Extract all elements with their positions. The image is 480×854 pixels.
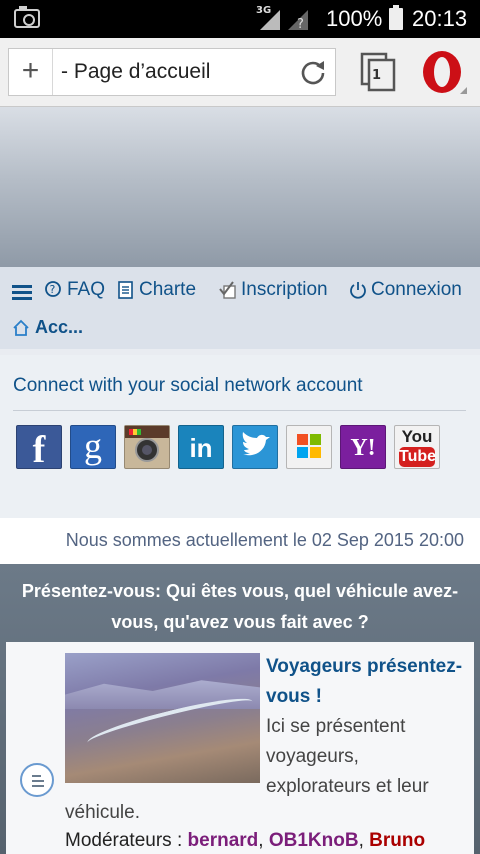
nav-connexion-link[interactable]: Connexion	[348, 279, 462, 301]
facebook-login-button[interactable]: f	[16, 425, 62, 471]
home-icon	[13, 319, 29, 336]
instagram-login-button[interactable]	[124, 425, 170, 469]
windows-logo-icon	[297, 434, 321, 458]
moderator-link[interactable]: bernard	[188, 830, 259, 851]
forum-row[interactable]: Voyageurs présentez-vous ! Ici se présen…	[6, 642, 474, 854]
browser-toolbar: + - Page d’accueil 1	[0, 38, 480, 107]
opera-menu-icon[interactable]	[420, 50, 468, 96]
nav-faq-label: FAQ	[67, 279, 106, 300]
page-title[interactable]: - Page d’accueil	[61, 60, 210, 84]
forum-description: Ici se présentent voyageurs, explorateur…	[266, 716, 429, 797]
forum-description-continued: véhicule.	[65, 802, 140, 823]
register-icon	[219, 281, 236, 299]
youtube-login-button[interactable]: You Tube	[394, 425, 440, 469]
forum-thumbnail-image	[65, 653, 260, 783]
battery-icon	[389, 5, 403, 30]
forum-category: Présentez-vous: Qui êtes vous, quel véhi…	[0, 564, 480, 854]
google-login-button[interactable]: g	[70, 425, 116, 469]
current-date-bar: Nous sommes actuellement le 02 Sep 2015 …	[0, 518, 480, 564]
status-bar: 3G ? 100% 20:13	[0, 0, 480, 38]
divider	[13, 410, 466, 411]
site-header-banner	[0, 107, 480, 267]
svg-text:?: ?	[297, 17, 304, 30]
moderators-label: Modérateurs :	[65, 830, 183, 851]
windows-live-login-button[interactable]	[286, 425, 332, 469]
tab-count: 1	[372, 68, 382, 83]
linkedin-login-button[interactable]: in	[178, 425, 224, 469]
power-icon	[350, 282, 366, 299]
tabs-button[interactable]: 1	[360, 52, 398, 92]
nav-connexion-label: Connexion	[371, 279, 462, 300]
category-title[interactable]: Présentez-vous: Qui êtes vous, quel véhi…	[0, 576, 480, 638]
twitter-bird-icon	[242, 432, 270, 456]
yahoo-login-button[interactable]: Y!	[340, 425, 386, 469]
current-date-text: Nous sommes actuellement le 02 Sep 2015 …	[65, 530, 464, 550]
nav-inscription-link[interactable]: Inscription	[218, 279, 328, 301]
social-login-heading: Connect with your social network account	[13, 375, 363, 396]
nav-faq-link[interactable]: ? FAQ	[44, 279, 105, 301]
nav-inscription-label: Inscription	[241, 279, 328, 300]
add-speed-dial-button[interactable]: +	[9, 49, 53, 95]
breadcrumb-home[interactable]: Acc...	[35, 317, 83, 338]
address-bar[interactable]: + - Page d’accueil	[8, 48, 336, 96]
signal-icon	[260, 10, 280, 30]
reload-icon[interactable]	[299, 58, 327, 86]
twitter-login-button[interactable]	[232, 425, 278, 469]
svg-text:?: ?	[50, 283, 56, 296]
screenshot-notification-icon	[14, 6, 40, 28]
forum-title-link[interactable]: Voyageurs présentez-vous !	[266, 652, 466, 712]
hamburger-menu-icon[interactable]	[12, 285, 32, 301]
nav-charte-link[interactable]: Charte	[116, 279, 196, 301]
document-icon	[118, 281, 133, 299]
breadcrumb[interactable]: Acc...	[12, 317, 83, 338]
battery-percentage: 100%	[326, 6, 383, 31]
clock: 20:13	[412, 6, 468, 31]
moderator-link[interactable]: OB1KnoB	[269, 830, 359, 851]
forum-navbar: ? FAQ Charte Inscription Connexion Acc..…	[0, 267, 480, 349]
forum-moderators: Modérateurs : bernard, OB1KnoB, Bruno	[65, 830, 426, 851]
social-login-panel: Connect with your social network account…	[0, 355, 480, 518]
nav-charte-label: Charte	[139, 279, 197, 300]
forum-read-status-icon	[20, 763, 54, 797]
moderator-link[interactable]: Bruno	[369, 830, 425, 851]
instagram-icon	[125, 426, 169, 462]
no-sim-icon: ?	[288, 10, 308, 30]
faq-icon: ?	[45, 281, 61, 297]
